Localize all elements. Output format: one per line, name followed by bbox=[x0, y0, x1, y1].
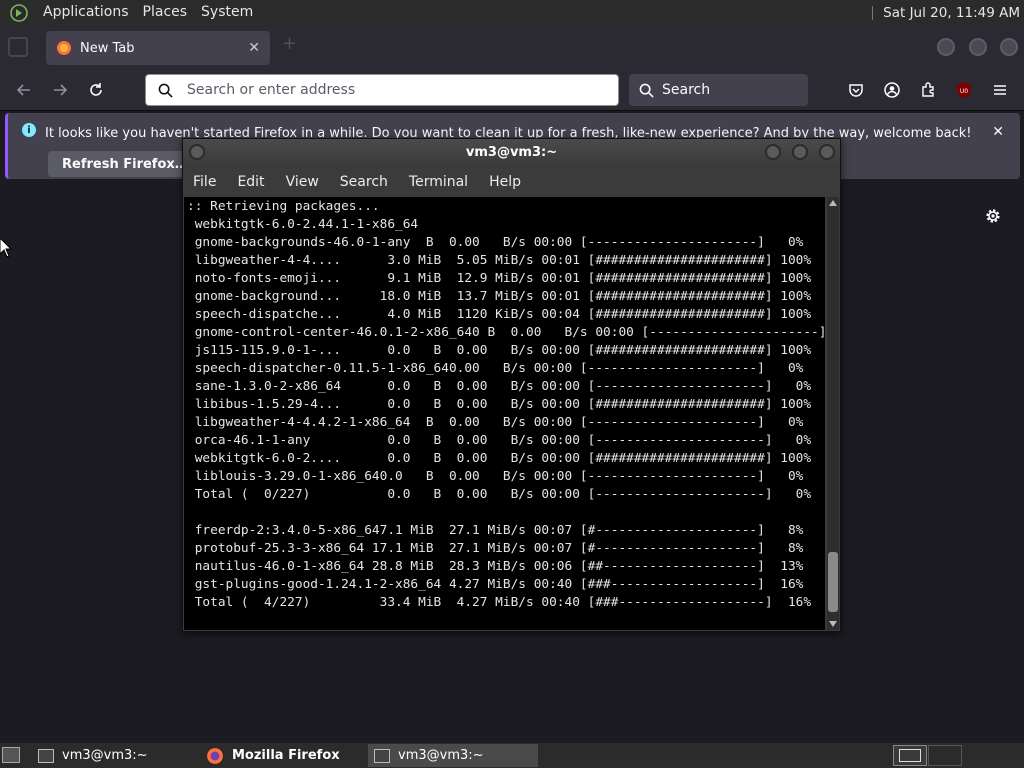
tab-close-icon[interactable]: ✕ bbox=[248, 40, 260, 56]
terminal-output[interactable]: :: Retrieving packages... webkitgtk-6.0-… bbox=[184, 197, 825, 630]
terminal-icon bbox=[38, 748, 54, 763]
scroll-down-icon[interactable] bbox=[829, 621, 837, 627]
firefox-icon bbox=[57, 41, 71, 55]
taskbar-item-terminal-1[interactable]: vm3@vm3:~ bbox=[32, 744, 196, 767]
refresh-firefox-button[interactable]: Refresh Firefox… bbox=[48, 151, 202, 177]
terminal-line: Total ( 0/227) 0.0 B 0.00 B/s 00:00 [---… bbox=[187, 487, 812, 502]
minimize-button[interactable] bbox=[937, 38, 955, 56]
new-tab-button[interactable]: + bbox=[282, 33, 297, 54]
applications-menu[interactable]: Applications bbox=[36, 0, 136, 25]
clock[interactable]: Sat Jul 20, 11:49 AM bbox=[872, 5, 1024, 21]
account-icon[interactable] bbox=[881, 79, 903, 101]
tab-bar: New Tab ✕ + bbox=[0, 25, 1024, 69]
hamburger-menu-icon[interactable] bbox=[989, 79, 1011, 101]
address-bar[interactable]: Search or enter address bbox=[145, 74, 619, 106]
ublock-badge: U0 bbox=[960, 88, 968, 95]
terminal-line: noto-fonts-emoji... 9.1 MiB 12.9 MiB/s 0… bbox=[187, 271, 812, 286]
menu-view[interactable]: View bbox=[286, 174, 319, 190]
terminal-line: gst-plugins-good-1.24.1-2-x86_64 4.27 Mi… bbox=[187, 577, 804, 592]
tab-title: New Tab bbox=[80, 40, 135, 56]
tab-new-tab[interactable]: New Tab ✕ bbox=[46, 31, 270, 65]
forward-icon[interactable] bbox=[49, 79, 71, 101]
ublock-icon[interactable]: U0 bbox=[953, 79, 975, 101]
taskbar-label: Mozilla Firefox bbox=[232, 748, 340, 763]
terminal-line: libgweather-4-4.4.2-1-x86_64 B 0.00 B/s … bbox=[187, 415, 804, 430]
terminal-line: nautilus-46.0-1-x86_64 28.8 MiB 28.3 MiB… bbox=[187, 559, 804, 574]
reload-icon[interactable] bbox=[85, 79, 107, 101]
terminal-line: gnome-background... 18.0 MiB 13.7 MiB/s … bbox=[187, 289, 812, 304]
distro-logo-icon[interactable] bbox=[8, 2, 30, 24]
menu-edit[interactable]: Edit bbox=[237, 174, 264, 190]
terminal-line: speech-dispatcher-0.11.5-1-x86_640.00 B/… bbox=[187, 361, 804, 376]
pocket-icon[interactable] bbox=[845, 79, 867, 101]
info-icon: i bbox=[22, 123, 36, 137]
system-menu[interactable]: System bbox=[194, 0, 260, 25]
places-menu[interactable]: Places bbox=[136, 0, 195, 25]
menu-terminal[interactable]: Terminal bbox=[409, 174, 468, 190]
workspace-window-thumb bbox=[899, 749, 921, 762]
address-placeholder: Search or enter address bbox=[187, 82, 356, 98]
terminal-text: :: Retrieving packages... webkitgtk-6.0-… bbox=[187, 198, 825, 612]
close-button[interactable] bbox=[819, 144, 835, 160]
scrollbar-thumb[interactable] bbox=[828, 552, 838, 612]
terminal-line: js115-115.9.0-1-... 0.0 B 0.00 B/s 00:00… bbox=[187, 343, 812, 358]
top-panel: Applications Places System Sat Jul 20, 1… bbox=[0, 0, 1024, 25]
menu-search[interactable]: Search bbox=[340, 174, 388, 190]
firefox-icon bbox=[207, 747, 223, 764]
notification-close-icon[interactable]: ✕ bbox=[992, 124, 1004, 140]
terminal-line: gnome-backgrounds-46.0-1-any B 0.00 B/s … bbox=[187, 235, 804, 250]
taskbar-label: vm3@vm3:~ bbox=[398, 748, 484, 763]
taskbar-label: vm3@vm3:~ bbox=[62, 748, 148, 763]
clock-separator bbox=[872, 5, 874, 20]
taskbar-item-terminal-2[interactable]: vm3@vm3:~ bbox=[368, 744, 538, 767]
terminal-line: libgweather-4-4.... 3.0 MiB 5.05 MiB/s 0… bbox=[187, 253, 812, 268]
extensions-icon[interactable] bbox=[917, 79, 939, 101]
maximize-button[interactable] bbox=[969, 38, 987, 56]
terminal-title: vm3@vm3:~ bbox=[465, 145, 558, 160]
firefox-view-button[interactable] bbox=[8, 37, 28, 57]
show-desktop-button[interactable] bbox=[2, 747, 20, 763]
terminal-line: webkitgtk-6.0-2.... 0.0 B 0.00 B/s 00:00… bbox=[187, 451, 812, 466]
menu-help[interactable]: Help bbox=[489, 174, 521, 190]
close-window-button[interactable] bbox=[1000, 38, 1018, 56]
terminal-line: speech-dispatche... 4.0 MiB 1120 KiB/s 0… bbox=[187, 307, 812, 322]
gear-icon[interactable] bbox=[984, 207, 1002, 225]
taskbar-item-firefox[interactable]: Mozilla Firefox bbox=[200, 744, 364, 767]
terminal-icon bbox=[374, 748, 390, 763]
search-icon bbox=[158, 83, 173, 98]
back-icon[interactable] bbox=[13, 79, 35, 101]
window-menu-button[interactable] bbox=[189, 144, 205, 160]
clock-text: Sat Jul 20, 11:49 AM bbox=[883, 4, 1020, 21]
terminal-line: libibus-1.5.29-4... 0.0 B 0.00 B/s 00:00… bbox=[187, 397, 812, 412]
terminal-line: liblouis-3.29.0-1-x86_640.0 B 0.00 B/s 0… bbox=[187, 469, 804, 484]
bottom-panel: vm3@vm3:~ Mozilla Firefox vm3@vm3:~ bbox=[0, 743, 1024, 768]
terminal-line: :: Retrieving packages... bbox=[187, 199, 380, 214]
search-bar[interactable]: Search bbox=[629, 74, 808, 106]
scroll-up-icon[interactable] bbox=[829, 200, 837, 206]
minimize-button[interactable] bbox=[765, 144, 781, 160]
mouse-cursor-icon bbox=[0, 238, 12, 258]
workspace-2[interactable] bbox=[928, 745, 962, 766]
nav-bar: Search or enter address Search U0 bbox=[0, 69, 1024, 111]
terminal-titlebar[interactable]: vm3@vm3:~ bbox=[183, 139, 840, 167]
terminal-line: Total ( 4/227) 33.4 MiB 4.27 MiB/s 00:40… bbox=[187, 595, 812, 610]
search-placeholder: Search bbox=[662, 82, 711, 98]
terminal-window: vm3@vm3:~ File Edit View Search Terminal… bbox=[182, 138, 841, 632]
terminal-scrollbar[interactable] bbox=[827, 197, 839, 630]
terminal-line: freerdp-2:3.4.0-5-x86_647.1 MiB 27.1 MiB… bbox=[187, 523, 804, 538]
terminal-line: sane-1.3.0-2-x86_64 0.0 B 0.00 B/s 00:00… bbox=[187, 379, 812, 394]
search-icon bbox=[639, 83, 654, 98]
terminal-menubar: File Edit View Search Terminal Help bbox=[183, 167, 840, 197]
menu-file[interactable]: File bbox=[193, 174, 216, 190]
workspace-1[interactable] bbox=[893, 745, 927, 766]
terminal-line: gnome-control-center-46.0.1-2-x86_640 B … bbox=[187, 325, 825, 340]
terminal-line: webkitgtk-6.0-2.44.1-1-x86_64 bbox=[187, 217, 419, 232]
maximize-button[interactable] bbox=[792, 144, 808, 160]
terminal-line: orca-46.1-1-any 0.0 B 0.00 B/s 00:00 [--… bbox=[187, 433, 812, 448]
terminal-line: protobuf-25.3-3-x86_64 17.1 MiB 27.1 MiB… bbox=[187, 541, 804, 556]
